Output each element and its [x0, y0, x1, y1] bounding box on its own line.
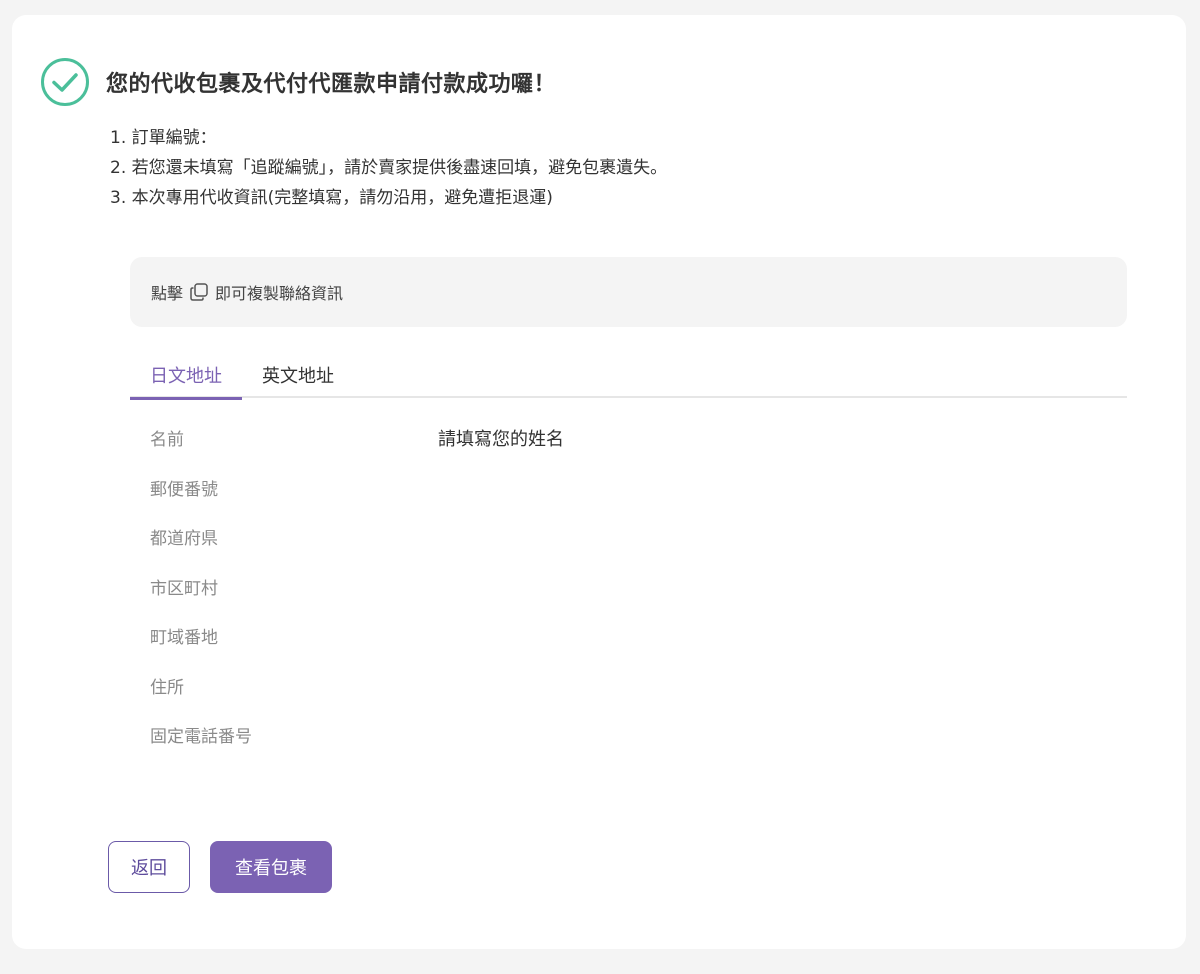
- instruction-item: 3. 本次專用代收資訊(完整填寫，請勿沿用，避免遭拒退運): [110, 188, 553, 208]
- address-fields: 名前 請填寫您的姓名 郵便番號 都道府県 市区町村 町域番地 住所 固定電話番号: [150, 427, 1110, 774]
- view-package-button[interactable]: 查看包裹: [210, 841, 332, 893]
- field-row-name: 名前 請填寫您的姓名: [150, 427, 1110, 477]
- instruction-list: 1. 訂單編號： 2. 若您還未填寫「追蹤編號」，請於賣家提供後盡速回填，避免包…: [110, 123, 667, 213]
- field-row-street: 町域番地: [150, 625, 1110, 675]
- field-label: 名前: [150, 430, 184, 450]
- main-card: 您的代收包裹及代付代匯款申請付款成功囉！ 1. 訂單編號： 2. 若您還未填寫「…: [12, 15, 1186, 949]
- back-button[interactable]: 返回: [108, 841, 190, 893]
- tab-english-address[interactable]: 英文地址: [242, 352, 354, 398]
- instruction-item: 1. 訂單編號：: [110, 128, 217, 148]
- field-label: 固定電話番号: [150, 727, 252, 747]
- field-label: 郵便番號: [150, 479, 218, 500]
- copy-hint-suffix: 即可複製聯絡資訊: [215, 284, 344, 303]
- field-label: 市区町村: [150, 578, 218, 599]
- address-tabs: 日文地址 英文地址: [130, 352, 1127, 400]
- field-row-city: 市区町村: [150, 576, 1110, 626]
- field-label: 住所: [150, 677, 184, 698]
- copy-hint-prefix: 點擊: [151, 284, 184, 303]
- field-row-prefecture: 都道府県: [150, 526, 1110, 576]
- field-row-phone: 固定電話番号: [150, 724, 1110, 774]
- page-title: 您的代收包裹及代付代匯款申請付款成功囉！: [106, 72, 557, 97]
- field-row-postal-code: 郵便番號: [150, 477, 1110, 527]
- copy-icon[interactable]: [189, 282, 209, 302]
- field-label: 都道府県: [150, 529, 218, 549]
- field-row-address: 住所: [150, 675, 1110, 725]
- instruction-item: 2. 若您還未填寫「追蹤編號」，請於賣家提供後盡速回填，避免包裹遺失。: [110, 158, 668, 178]
- copy-hint-bar: 點擊 即可複製聯絡資訊: [130, 257, 1127, 327]
- tab-japanese-address[interactable]: 日文地址: [130, 352, 242, 400]
- check-circle-icon: [41, 58, 89, 106]
- success-header: 您的代收包裹及代付代匯款申請付款成功囉！: [40, 57, 556, 107]
- field-label: 町域番地: [150, 628, 218, 648]
- field-value: 請填寫您的姓名: [438, 429, 564, 450]
